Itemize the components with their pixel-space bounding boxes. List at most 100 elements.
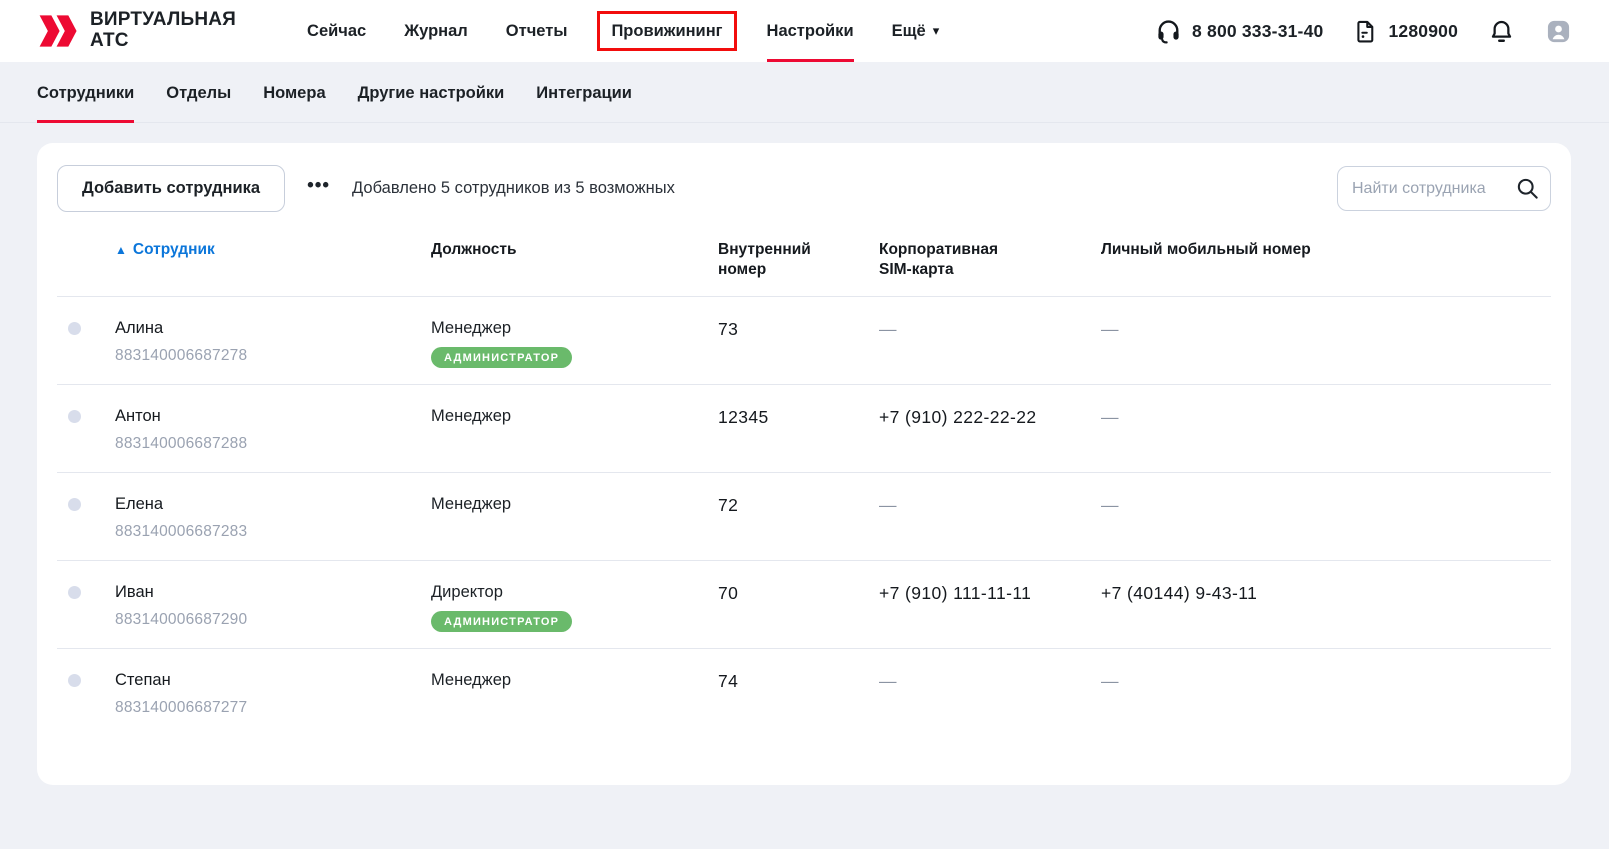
extension-cell: 74 <box>706 671 867 721</box>
employee-cell: Алина 883140006687278 <box>103 319 419 368</box>
column-personal-mobile: Личный мобильный номер <box>1089 240 1551 260</box>
nav-item-now[interactable]: Сейчас <box>288 0 385 62</box>
nav-item-reports[interactable]: Отчеты <box>487 0 587 62</box>
employee-cell: Антон 883140006687288 <box>103 407 419 456</box>
document-icon <box>1353 19 1378 44</box>
corporate-sim-cell: +7 (910) 111-11-11 <box>867 583 1089 632</box>
status-cell <box>57 407 103 456</box>
nav-item-settings[interactable]: Настройки <box>748 0 873 62</box>
status-dot-icon <box>68 674 81 687</box>
table-row[interactable]: Антон 883140006687288 Менеджер 12345 +7 … <box>57 385 1551 473</box>
table-row[interactable]: Алина 883140006687278 Менеджер АДМИНИСТР… <box>57 297 1551 385</box>
employee-id: 883140006687288 <box>115 435 419 453</box>
employee-id: 883140006687290 <box>115 611 419 629</box>
position-cell: Менеджер <box>419 495 706 544</box>
profile-button[interactable] <box>1545 18 1572 45</box>
status-dot-icon <box>68 498 81 511</box>
employee-name: Антон <box>115 407 419 426</box>
employees-toolbar: Добавить сотрудника ••• Добавлено 5 сотр… <box>57 163 1551 226</box>
corporate-sim-cell: — <box>867 495 1089 544</box>
personal-mobile-cell: — <box>1089 671 1551 721</box>
sort-asc-icon: ▲ <box>115 243 127 257</box>
personal-mobile-cell: — <box>1089 319 1551 368</box>
nav-item-more[interactable]: Ещё ▾ <box>873 0 959 62</box>
chevron-down-icon: ▾ <box>933 23 940 39</box>
table-row[interactable]: Иван 883140006687290 Директор АДМИНИСТРА… <box>57 561 1551 649</box>
employee-name: Степан <box>115 671 419 690</box>
tab-integrations[interactable]: Интеграции <box>536 62 632 122</box>
status-cell <box>57 583 103 632</box>
personal-mobile-number: — <box>1101 495 1119 515</box>
personal-mobile-cell: +7 (40144) 9-43-11 <box>1089 583 1551 632</box>
status-cell <box>57 495 103 544</box>
main-navigation: Сейчас Журнал Отчеты Провижининг Настрой… <box>288 0 958 62</box>
extension-cell: 73 <box>706 319 867 368</box>
employee-cell: Елена 883140006687283 <box>103 495 419 544</box>
corporate-sim-number: — <box>879 495 897 515</box>
admin-badge: АДМИНИСТРАТОР <box>431 347 572 368</box>
brand-mark-icon <box>37 10 77 52</box>
column-employee[interactable]: ▲Сотрудник <box>103 240 419 260</box>
nav-item-provisioning[interactable]: Провижининг <box>586 0 747 62</box>
employee-id: 883140006687283 <box>115 523 419 541</box>
employees-count-summary: Добавлено 5 сотрудников из 5 возможных <box>352 179 675 198</box>
employee-role: Директор <box>431 583 706 602</box>
position-cell: Директор АДМИНИСТРАТОР <box>419 583 706 632</box>
employee-cell: Степан 883140006687277 <box>103 671 419 721</box>
corporate-sim-cell: — <box>867 671 1089 721</box>
employee-role: Менеджер <box>431 319 706 338</box>
status-cell <box>57 319 103 368</box>
notifications-button[interactable] <box>1488 18 1515 45</box>
status-dot-icon <box>68 586 81 599</box>
headset-icon <box>1155 18 1182 45</box>
employee-role: Менеджер <box>431 495 706 514</box>
personal-mobile-number: — <box>1101 671 1119 691</box>
add-employee-button[interactable]: Добавить сотрудника <box>57 165 285 212</box>
position-cell: Менеджер <box>419 671 706 721</box>
extension-number: 72 <box>718 495 738 515</box>
table-row[interactable]: Елена 883140006687283 Менеджер 72 — — <box>57 473 1551 561</box>
position-cell: Менеджер <box>419 407 706 456</box>
support-phone-number: 8 800 333-31-40 <box>1192 21 1323 42</box>
employee-search <box>1337 166 1551 211</box>
corporate-sim-cell: +7 (910) 222-22-22 <box>867 407 1089 456</box>
employee-name: Елена <box>115 495 419 514</box>
support-phone[interactable]: 8 800 333-31-40 <box>1155 18 1323 45</box>
extension-number: 12345 <box>718 407 769 427</box>
employee-id: 883140006687277 <box>115 699 419 717</box>
extension-cell: 72 <box>706 495 867 544</box>
table-row[interactable]: Степан 883140006687277 Менеджер 74 — — <box>57 649 1551 737</box>
tab-numbers[interactable]: Номера <box>263 62 325 122</box>
header-right-cluster: 8 800 333-31-40 1280900 <box>1155 18 1572 45</box>
employee-id: 883140006687278 <box>115 347 419 365</box>
personal-mobile-number: — <box>1101 319 1119 339</box>
tab-departments[interactable]: Отделы <box>166 62 231 122</box>
extension-cell: 70 <box>706 583 867 632</box>
user-avatar-icon <box>1545 18 1572 45</box>
column-extension: Внутренний номер <box>706 240 824 280</box>
app-title: ВИРТУАЛЬНАЯ АТС <box>90 10 236 51</box>
corporate-sim-number: — <box>879 671 897 691</box>
employee-role: Менеджер <box>431 671 706 690</box>
account-number: 1280900 <box>1388 21 1458 42</box>
employee-name: Иван <box>115 583 419 602</box>
more-actions-button[interactable]: ••• <box>307 176 330 201</box>
employees-card: Добавить сотрудника ••• Добавлено 5 сотр… <box>37 143 1571 785</box>
search-icon[interactable] <box>1515 176 1540 206</box>
employee-table-header: ▲Сотрудник Должность Внутренний номер Ко… <box>57 226 1551 297</box>
tab-employees[interactable]: Сотрудники <box>37 62 134 122</box>
nav-item-journal[interactable]: Журнал <box>385 0 487 62</box>
status-cell <box>57 671 103 721</box>
app-logo[interactable]: ВИРТУАЛЬНАЯ АТС <box>37 10 236 52</box>
tab-other-settings[interactable]: Другие настройки <box>358 62 505 122</box>
extension-number: 70 <box>718 583 738 603</box>
status-dot-icon <box>68 322 81 335</box>
corporate-sim-number: +7 (910) 222-22-22 <box>879 407 1037 427</box>
column-corporate-sim: Корпоративная SIM-карта <box>867 240 1027 280</box>
account-number-block[interactable]: 1280900 <box>1353 19 1458 44</box>
employee-table-body: Алина 883140006687278 Менеджер АДМИНИСТР… <box>57 297 1551 737</box>
position-cell: Менеджер АДМИНИСТРАТОР <box>419 319 706 368</box>
personal-mobile-cell: — <box>1089 495 1551 544</box>
corporate-sim-number: +7 (910) 111-11-11 <box>879 583 1031 603</box>
employee-role: Менеджер <box>431 407 706 426</box>
